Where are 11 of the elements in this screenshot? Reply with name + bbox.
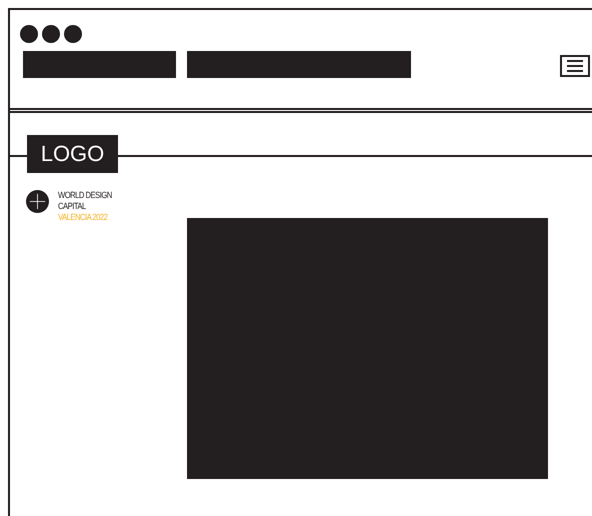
badge-text: WORLD DESIGN	[58, 190, 112, 201]
badge-text: CAPITAL	[58, 201, 87, 212]
badge-text: VALENCIA 2022	[58, 212, 108, 223]
menu-icon[interactable]	[560, 55, 590, 77]
window-dot	[20, 25, 38, 43]
nav-placeholder-bar[interactable]	[23, 51, 176, 78]
logo[interactable]: LOGO	[27, 135, 118, 173]
window-dot	[42, 25, 60, 43]
crosshair-circle-icon	[26, 190, 49, 213]
window-dot	[64, 25, 82, 43]
nav-placeholder-bar[interactable]	[187, 51, 411, 78]
